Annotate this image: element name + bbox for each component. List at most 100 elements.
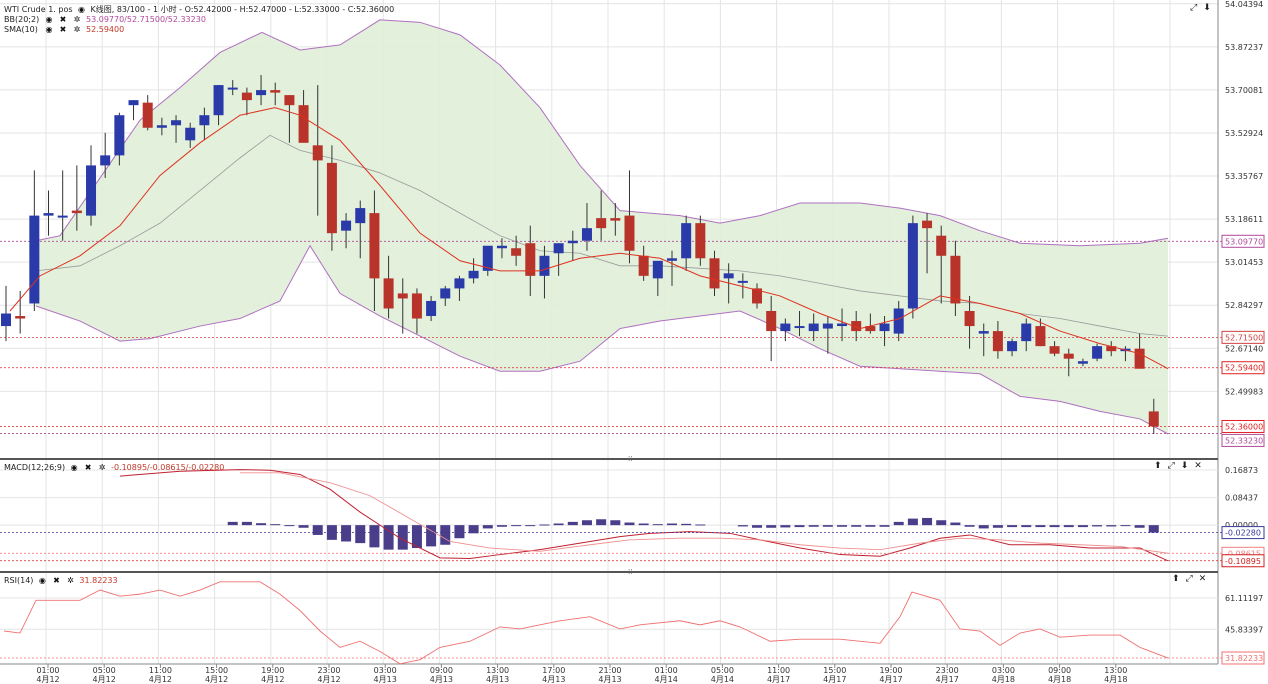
candle-body: [213, 85, 224, 116]
close-icon[interactable]: ✖: [58, 15, 68, 24]
macd-histogram-bar: [624, 522, 635, 526]
candle-body: [284, 95, 295, 106]
macd-histogram-bar: [865, 525, 876, 527]
candle-body: [511, 248, 522, 256]
macd-histogram-bar: [936, 520, 947, 526]
candle-body: [666, 258, 677, 261]
candle-body: [794, 326, 805, 329]
macd-histogram-bar: [695, 524, 706, 526]
candle-body: [454, 278, 465, 289]
close-icon[interactable]: ✖: [83, 463, 93, 472]
macd-histogram-bar: [1007, 525, 1018, 528]
close-icon[interactable]: ✖: [51, 576, 61, 585]
candle-body: [992, 331, 1003, 352]
macd-histogram-bar: [766, 525, 777, 528]
rsi-tick-label: 45.83397: [1225, 625, 1263, 634]
candle-body: [553, 243, 564, 254]
price-tag-label: 52.36000: [1225, 422, 1263, 431]
candle-body: [1063, 353, 1074, 359]
candle-body: [355, 208, 366, 224]
panel-splitter[interactable]: [0, 458, 1218, 460]
eye-icon[interactable]: ◉: [37, 576, 47, 585]
move-up-icon[interactable]: ⬆: [1154, 461, 1162, 471]
macd-histogram-bar: [737, 525, 748, 527]
eye-icon[interactable]: ◉: [44, 25, 54, 34]
close-panel-icon[interactable]: ✕: [1194, 461, 1202, 471]
price-tick-label: 53.01453: [1225, 258, 1263, 267]
candle-body: [596, 218, 607, 229]
price-tick-label: 53.87237: [1225, 43, 1263, 52]
candle-body: [978, 331, 989, 334]
candle-body: [879, 323, 890, 332]
candle-body: [369, 213, 380, 279]
macd-histogram-bar: [610, 520, 621, 526]
candle-body: [256, 90, 267, 96]
date-tick-label: 4月12: [149, 675, 172, 684]
candle-body: [383, 278, 394, 309]
maximize-icon[interactable]: ⤢: [1186, 574, 1193, 584]
price-tick-label: 53.35767: [1225, 172, 1263, 181]
price-tick-label: 54.04394: [1225, 0, 1263, 9]
macd-histogram-bar: [454, 525, 465, 539]
candle-body: [766, 310, 777, 332]
move-down-icon[interactable]: ⬇: [1181, 461, 1189, 471]
macd-tag-label: -0.02280: [1225, 529, 1261, 538]
candle-body: [298, 105, 309, 143]
move-down-icon[interactable]: ⬇: [1203, 3, 1211, 13]
macd-histogram-bar: [1063, 525, 1074, 528]
close-icon[interactable]: ✖: [58, 25, 68, 34]
candle-body: [1148, 411, 1159, 427]
candle-body: [29, 215, 40, 304]
maximize-icon[interactable]: ⤢: [1168, 461, 1175, 471]
macd-histogram-bar: [539, 524, 550, 526]
gear-icon[interactable]: ✲: [97, 463, 107, 472]
candle-body: [241, 92, 252, 101]
time-tick-label: 09:00: [1048, 666, 1071, 675]
candle-body: [964, 310, 975, 327]
candle-body: [624, 215, 635, 251]
candle-body: [1134, 348, 1145, 369]
candle-body: [808, 323, 819, 332]
candle-body: [1092, 346, 1103, 359]
eye-icon[interactable]: ◉: [69, 463, 79, 472]
price-tick-label: 53.70081: [1225, 86, 1263, 95]
candle-body: [1077, 361, 1088, 364]
macd-histogram-bar: [879, 525, 890, 527]
close-panel-icon[interactable]: ✕: [1199, 574, 1207, 584]
date-tick-label: 4月13: [486, 675, 509, 684]
time-tick-label: 15:00: [823, 666, 846, 675]
eye-icon[interactable]: ◉: [44, 15, 54, 24]
macd-histogram-bar: [270, 524, 281, 526]
candle-body: [341, 220, 352, 231]
candle-body: [185, 127, 196, 141]
resize-grip-icon[interactable]: ⁞⁞: [628, 568, 632, 576]
candle-body: [1035, 326, 1046, 347]
date-tick-label: 4月18: [1104, 675, 1127, 684]
macd-tick-label: 0.16873: [1225, 466, 1258, 475]
date-tick-label: 4月17: [767, 675, 790, 684]
macd-histogram-bar: [256, 523, 267, 526]
chart-canvas[interactable]: 54.04394 53.87237 53.70081 53.52924 53.35767…: [0, 0, 1268, 684]
candle-body: [822, 323, 833, 329]
gear-icon[interactable]: ✲: [72, 15, 82, 24]
time-tick-label: 17:00: [542, 666, 565, 675]
gear-icon[interactable]: ✲: [65, 576, 75, 585]
panel-splitter[interactable]: [0, 571, 1218, 573]
time-tick-label: 03:00: [374, 666, 397, 675]
eye-icon[interactable]: ◉: [77, 5, 87, 14]
date-tick-label: 4月13: [430, 675, 453, 684]
macd-histogram-bar: [1134, 525, 1145, 528]
price-tag-label: 52.71500: [1225, 333, 1263, 342]
candle-body: [142, 102, 153, 128]
move-up-icon[interactable]: ⬆: [1172, 574, 1180, 584]
gear-icon[interactable]: ✲: [72, 25, 82, 34]
time-tick-label: 13:00: [1104, 666, 1127, 675]
maximize-icon[interactable]: ⤢: [1190, 3, 1197, 13]
main-header: WTI Crude 1. pos ◉ K线图, 83/100 - 1 小时 - …: [4, 4, 394, 15]
date-tick-label: 4月14: [655, 675, 678, 684]
candle-body: [199, 115, 210, 126]
time-tick-label: 11:00: [149, 666, 172, 675]
candle-body: [723, 273, 734, 279]
resize-grip-icon[interactable]: ⁞⁞: [628, 455, 632, 463]
candle-body: [1, 313, 11, 327]
